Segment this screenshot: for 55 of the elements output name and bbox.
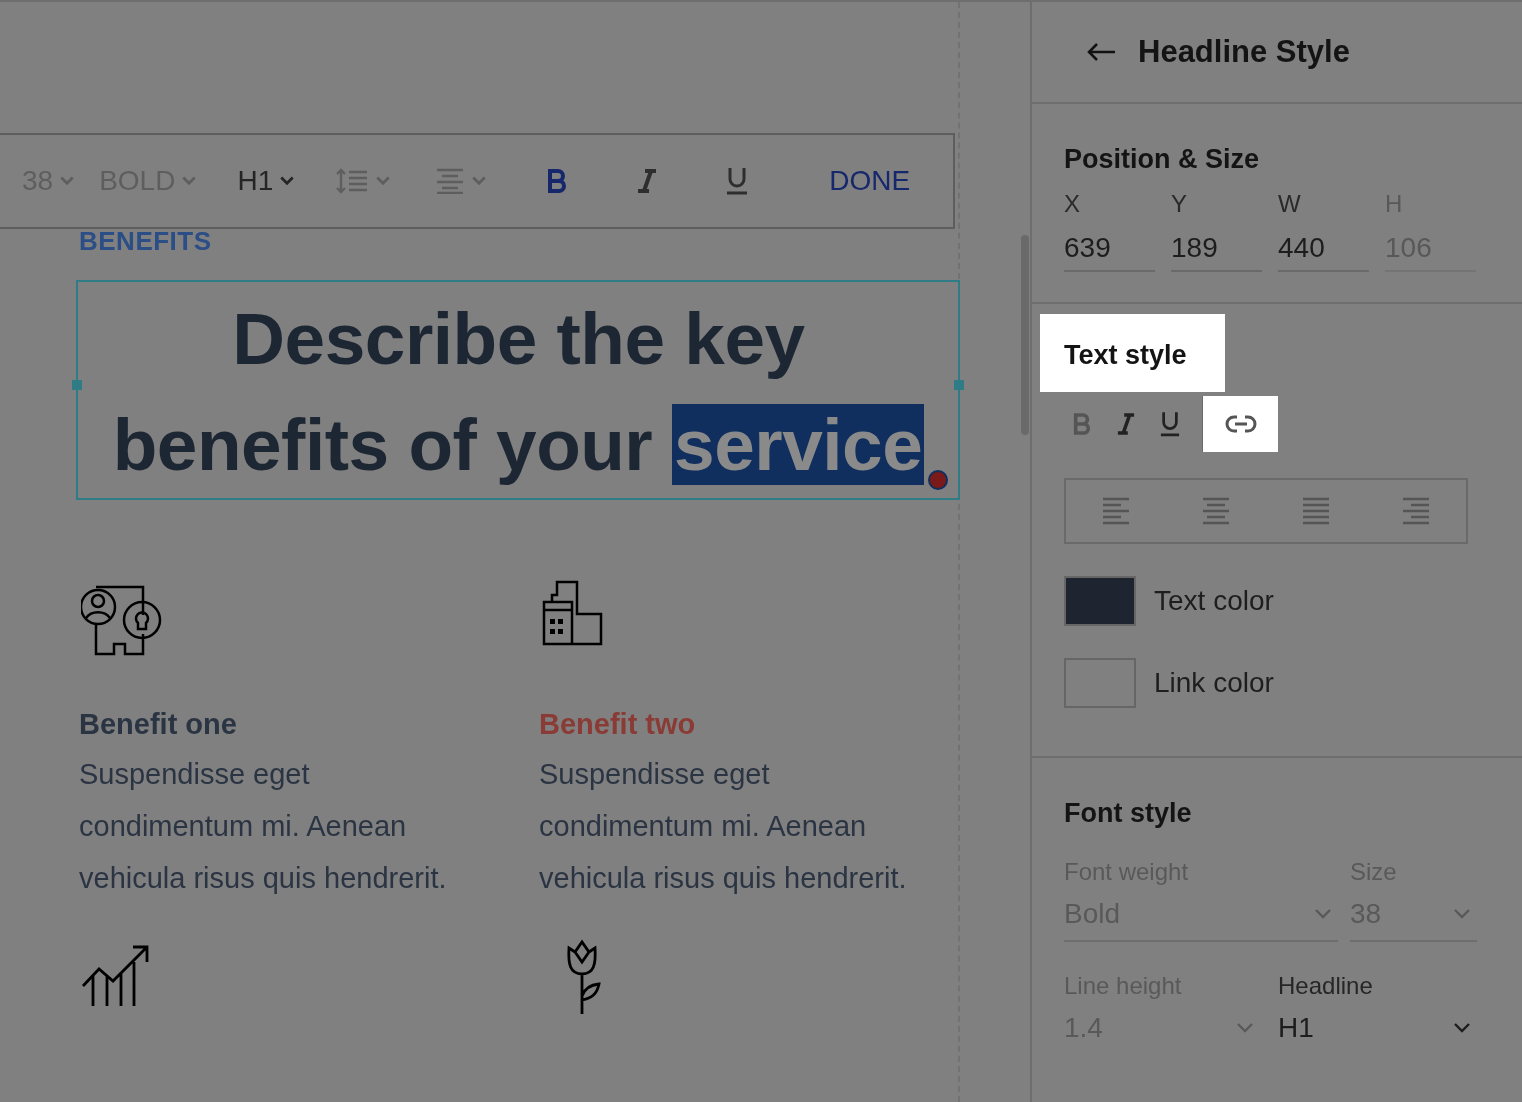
link-icon [1224, 414, 1257, 434]
field-label: Y [1171, 190, 1188, 218]
underline-icon [726, 167, 749, 195]
chevron-down-icon [1453, 908, 1471, 920]
chevron-down-icon [1453, 1022, 1471, 1034]
field-label: X [1064, 190, 1081, 218]
input-field[interactable]: 440 [1278, 224, 1369, 272]
section-title: Font style [1064, 797, 1193, 830]
section-title: Position & Size [1064, 143, 1261, 176]
chevron-down-icon [181, 175, 198, 187]
chevron-down-icon [1236, 1022, 1254, 1034]
chevron-down-icon [1314, 908, 1332, 920]
field-label: Headline [1278, 972, 1374, 1000]
resize-handle[interactable] [72, 380, 82, 390]
benefit-description: Suspendisse eget condimentum mi. Aenean vehicula risus quis hendrerit. [79, 757, 447, 896]
section-title: Text style [1040, 314, 1225, 392]
buildings-icon [541, 580, 603, 646]
cursor-dot [928, 470, 948, 490]
toolbar-dropdown[interactable]: H1 [237, 165, 296, 197]
underline-button[interactable] [725, 167, 750, 195]
align-left-icon [1101, 497, 1131, 525]
align-center-icon [435, 168, 466, 194]
link-button[interactable] [1202, 396, 1278, 452]
align-right-icon [1401, 497, 1431, 525]
benefit-description: Suspendisse eget condimentum mi. Aenean vehicula risus quis hendrerit. [539, 757, 907, 896]
back-arrow-icon [1086, 42, 1116, 62]
chevron-down-icon [375, 175, 392, 187]
input-field[interactable]: 189 [1171, 224, 1262, 272]
field-label: W [1278, 190, 1302, 218]
italic-icon [637, 169, 658, 193]
align-justify-icon [1301, 497, 1331, 525]
headline[interactable]: Describe the key benefits of your service [93, 286, 944, 498]
selected-text: service [672, 404, 925, 485]
chevron-down-icon [279, 175, 296, 187]
align-center-icon [1201, 497, 1231, 525]
line-spacing-icon [335, 168, 370, 194]
bold-icon [1073, 413, 1091, 435]
chevron-down-icon [59, 175, 76, 187]
benefit-title: Benefit two [539, 707, 696, 742]
resize-handle[interactable] [954, 380, 964, 390]
select-field[interactable]: H1 [1278, 1006, 1477, 1054]
chevron-down-icon [471, 175, 488, 187]
color-label: Link color [1154, 667, 1274, 699]
italic-icon [1117, 413, 1135, 435]
benefit-title: Benefit one [79, 707, 237, 742]
bold-icon [547, 169, 568, 193]
underline-icon [1160, 411, 1180, 437]
done-button[interactable]: DONE [829, 165, 911, 197]
color-label: Text color [1154, 585, 1274, 617]
panel-title: Headline Style [1138, 34, 1350, 70]
growth-chart-icon [81, 944, 151, 1008]
input-field[interactable]: 639 [1064, 224, 1155, 272]
section-eyebrow: BENEFITS [79, 228, 213, 254]
color-swatch[interactable] [1064, 576, 1136, 626]
color-swatch[interactable] [1064, 658, 1136, 708]
